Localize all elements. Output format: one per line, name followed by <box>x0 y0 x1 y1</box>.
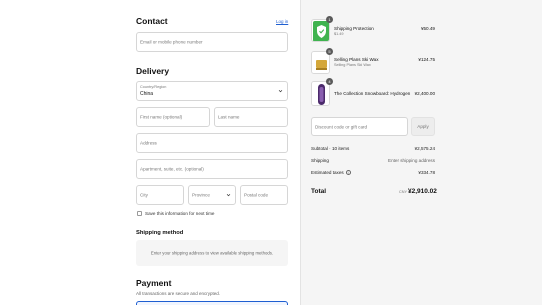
country-select[interactable]: Country/Region China <box>136 81 288 101</box>
item-variant: $1.49 <box>334 32 344 36</box>
country-label: Country/Region <box>140 85 167 89</box>
save-info-label: Save this information for next time <box>145 211 215 216</box>
payment-method-option[interactable] <box>136 301 288 305</box>
ski-wax-icon <box>312 52 329 73</box>
line-item: 1 Shipping Protection $1.49 ¥50.49 <box>311 16 435 43</box>
item-price: ¥124.75 <box>418 57 435 62</box>
province-placeholder: Province <box>192 192 210 198</box>
item-variant: Selling Plans Ski Wax <box>334 63 371 67</box>
shipping-row: Shipping Enter shipping address <box>311 158 435 163</box>
chevron-down-icon <box>278 90 283 93</box>
apply-discount-button[interactable]: Apply <box>411 117 435 136</box>
shipping-value: Enter shipping address <box>388 158 435 163</box>
quantity-badge: 1 <box>326 16 333 23</box>
subtotal-row: Subtotal · 10 items ¥2,575.24 <box>311 146 435 151</box>
email-field[interactable]: Email or mobile phone number <box>136 32 288 52</box>
snowboard-icon <box>312 82 329 105</box>
apartment-placeholder: Apartment, suite, etc. (optional) <box>140 166 204 172</box>
subtotal-label: Subtotal · 10 items <box>311 146 350 151</box>
address-placeholder: Address <box>140 140 157 146</box>
delivery-heading: Delivery <box>136 66 170 76</box>
quantity-badge: 4 <box>326 78 333 85</box>
line-item: 4 The Collection Snowboard: Hydrogen ¥2,… <box>311 78 435 107</box>
info-icon[interactable]: i <box>345 170 351 176</box>
shipping-method-message: Enter your shipping address to view avai… <box>150 250 274 256</box>
payment-subtitle: All transactions are secure and encrypte… <box>136 291 221 296</box>
shipping-label: Shipping <box>311 158 329 163</box>
city-field[interactable]: City <box>136 185 184 205</box>
product-thumbnail <box>311 81 330 106</box>
last-name-field[interactable]: Last name <box>214 107 288 127</box>
item-price: ¥2,400.00 <box>414 91 435 96</box>
order-summary-panel <box>300 0 542 305</box>
taxes-label: Estimated taxes <box>311 170 344 175</box>
first-name-field[interactable]: First name (optional) <box>136 107 210 127</box>
city-placeholder: City <box>140 192 148 198</box>
item-name: Selling Plans Ski Wax <box>334 57 379 62</box>
shipping-method-heading: Shipping method <box>136 230 184 236</box>
item-name: Shipping Protection <box>334 26 374 31</box>
postal-code-placeholder: Postal code <box>244 192 269 198</box>
province-select[interactable]: Province <box>188 185 236 205</box>
taxes-value: ¥334.78 <box>418 170 435 175</box>
chevron-down-icon <box>226 194 231 197</box>
shipping-method-notice: Enter your shipping address to view avai… <box>136 240 288 266</box>
total-label: Total <box>311 188 327 195</box>
subtotal-value: ¥2,575.24 <box>414 146 435 151</box>
contact-heading: Contact <box>136 16 168 26</box>
payment-heading: Payment <box>136 278 172 288</box>
item-name: The Collection Snowboard: Hydrogen <box>334 91 411 96</box>
line-item: 5 Selling Plans Ski Wax Selling Plans Sk… <box>311 48 435 75</box>
shield-icon <box>313 21 329 41</box>
discount-code-input[interactable]: Discount code or gift card <box>311 117 408 136</box>
checkout-form-panel: Contact Log in Email or mobile phone num… <box>0 0 300 305</box>
apartment-field[interactable]: Apartment, suite, etc. (optional) <box>136 159 288 179</box>
email-placeholder: Email or mobile phone number <box>140 39 203 45</box>
total-value: ¥2,910.02 <box>408 188 437 195</box>
last-name-placeholder: Last name <box>218 114 240 120</box>
save-info-checkbox[interactable] <box>137 211 142 216</box>
item-price: ¥50.49 <box>420 26 435 31</box>
discount-placeholder: Discount code or gift card <box>315 124 368 129</box>
country-value: China <box>140 91 154 97</box>
quantity-badge: 5 <box>326 48 333 55</box>
postal-code-field[interactable]: Postal code <box>240 185 288 205</box>
taxes-row: Estimated taxes i ¥334.78 <box>311 170 435 176</box>
login-link[interactable]: Log in <box>276 19 288 24</box>
address-field[interactable]: Address <box>136 133 288 153</box>
first-name-placeholder: First name (optional) <box>140 114 183 120</box>
total-currency: CNY <box>399 190 408 194</box>
